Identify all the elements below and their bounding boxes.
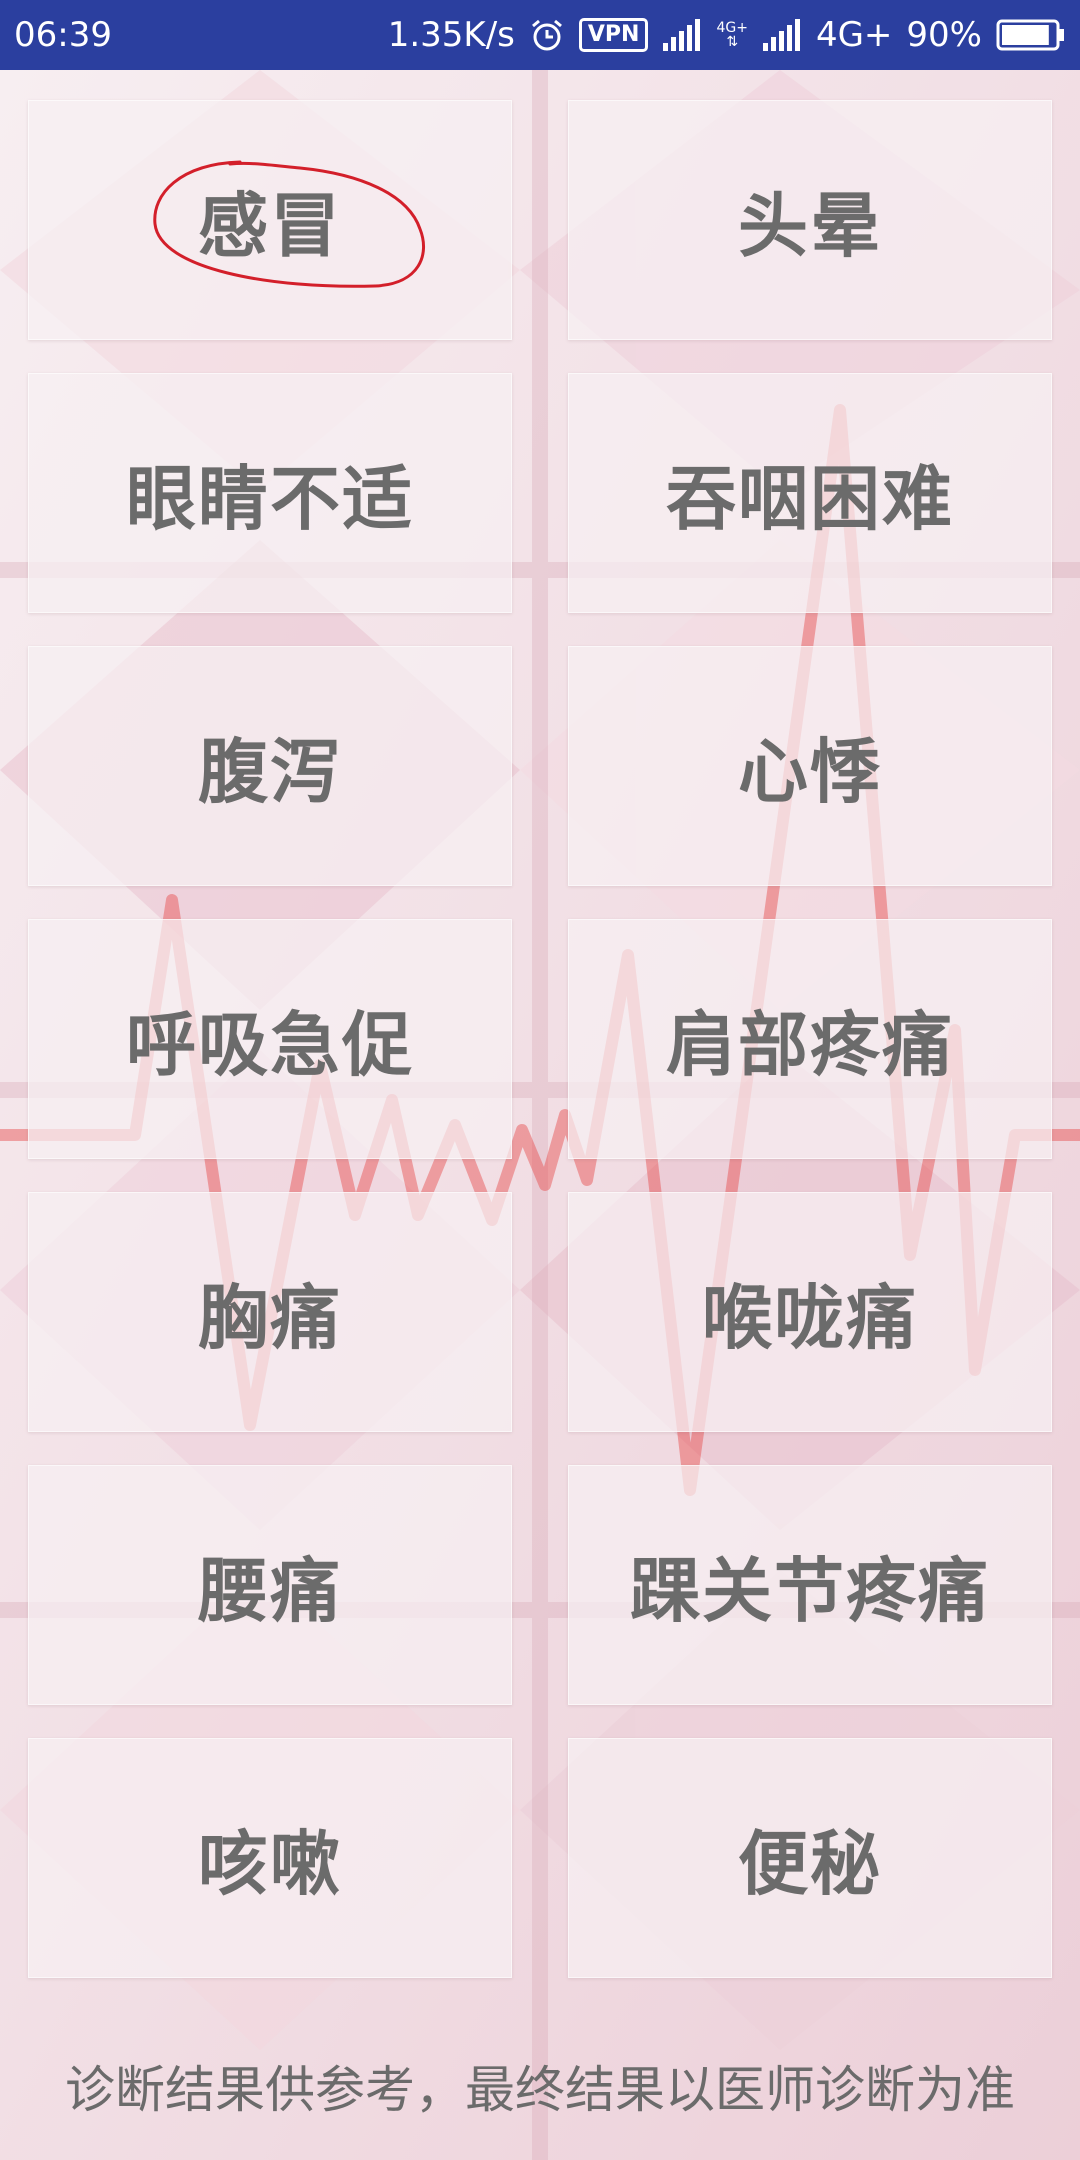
- battery-percent: 90%: [906, 15, 982, 55]
- signal-icon-2: [762, 19, 802, 51]
- symptom-label: 头晕: [738, 184, 882, 267]
- disclaimer-text: 诊断结果供参考，最终结果以医师诊断为准: [65, 2061, 1015, 2119]
- symptom-label: 感冒: [198, 184, 342, 267]
- symptom-label: 腰痛: [198, 1549, 342, 1632]
- symptom-label: 咳嗽: [198, 1822, 342, 1905]
- vpn-badge: VPN: [578, 18, 649, 52]
- symptom-button-sore-throat[interactable]: 喉咙痛: [568, 1192, 1052, 1432]
- symptom-button-shoulder-pain[interactable]: 肩部疼痛: [568, 919, 1052, 1159]
- symptom-button-ankle-pain[interactable]: 踝关节疼痛: [568, 1465, 1052, 1705]
- symptom-button-cough[interactable]: 咳嗽: [28, 1738, 512, 1978]
- symptom-label: 便秘: [738, 1822, 882, 1905]
- status-bar: 06:39 1.35K/s VPN 4G+ ⇅ 4G+ 90%: [0, 0, 1080, 70]
- symptom-label: 眼睛不适: [126, 457, 414, 540]
- symptom-button-palpitation[interactable]: 心悸: [568, 646, 1052, 886]
- symptom-label: 肩部疼痛: [666, 1003, 954, 1086]
- status-time: 06:39: [14, 15, 112, 55]
- symptom-label: 腹泻: [198, 730, 342, 813]
- status-indicators: 1.35K/s VPN 4G+ ⇅ 4G+ 90%: [388, 15, 1066, 55]
- symptom-button-cold[interactable]: 感冒: [28, 100, 512, 340]
- symptom-button-shortness-of-breath[interactable]: 呼吸急促: [28, 919, 512, 1159]
- symptom-label: 踝关节疼痛: [630, 1549, 990, 1632]
- symptom-grid: 感冒 头晕 眼睛不适 吞咽困难 腹泻 心悸 呼吸急促 肩部疼痛 胸痛 喉咙痛 腰…: [28, 100, 1052, 1978]
- symptom-button-diarrhea[interactable]: 腹泻: [28, 646, 512, 886]
- data-arrows-icon: ⇅: [726, 34, 739, 50]
- symptom-button-chest-pain[interactable]: 胸痛: [28, 1192, 512, 1432]
- symptom-label: 吞咽困难: [666, 457, 954, 540]
- network-type-small: 4G+ ⇅: [716, 20, 748, 50]
- symptom-label: 喉咙痛: [702, 1276, 918, 1359]
- symptom-button-constipation[interactable]: 便秘: [568, 1738, 1052, 1978]
- symptom-button-back-pain[interactable]: 腰痛: [28, 1465, 512, 1705]
- network-type: 4G+: [815, 15, 893, 55]
- symptom-button-dizziness[interactable]: 头晕: [568, 100, 1052, 340]
- symptom-button-eye-discomfort[interactable]: 眼睛不适: [28, 373, 512, 613]
- symptom-label: 心悸: [738, 730, 882, 813]
- symptom-button-dysphagia[interactable]: 吞咽困难: [568, 373, 1052, 613]
- network-speed: 1.35K/s: [387, 15, 515, 55]
- symptom-label: 呼吸急促: [126, 1003, 414, 1086]
- alarm-icon: [529, 17, 565, 53]
- symptom-label: 胸痛: [198, 1276, 342, 1359]
- battery-icon: [996, 18, 1066, 52]
- signal-icon: [662, 19, 702, 51]
